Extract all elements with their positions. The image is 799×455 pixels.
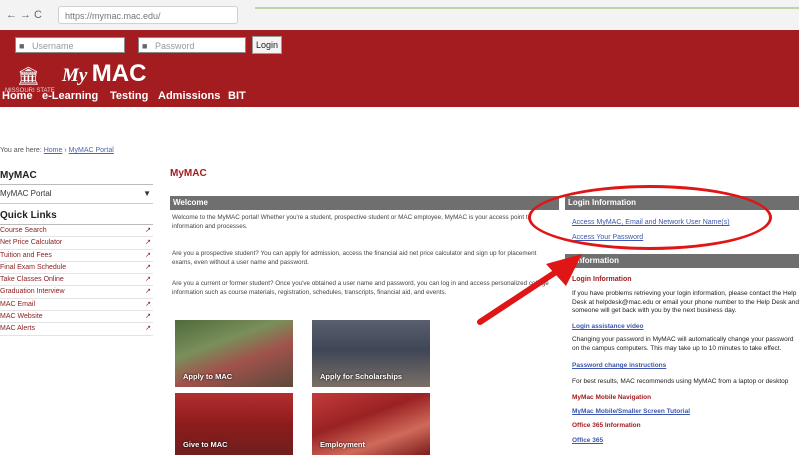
breadcrumb-current[interactable]: MyMAC Portal: [69, 147, 114, 154]
link-icon: ↗: [145, 239, 151, 247]
quick-links-title: Quick Links: [0, 210, 153, 225]
link-icon: ↗: [145, 276, 151, 284]
current-student-paragraph: Are you a current or former student? Onc…: [172, 280, 549, 296]
page-title: MyMAC: [170, 168, 207, 179]
access-password-link[interactable]: Access Your Password: [572, 234, 643, 241]
tile-caption: Apply for Scholarships: [320, 372, 403, 381]
portal-select[interactable]: MyMAC Portal ▼: [0, 185, 153, 204]
info-text-retrieve: If you have problems retrieving your log…: [572, 290, 799, 315]
username-field[interactable]: ■ Username: [15, 37, 125, 53]
link-icon: ↗: [145, 227, 151, 234]
access-usernames-link[interactable]: Access MyMAC, Email and Network User Nam…: [572, 219, 730, 226]
portal-select-value: MyMAC Portal: [0, 189, 52, 198]
welcome-paragraph: Welcome to the MyMAC portal! Whether you…: [172, 214, 532, 230]
info-text-best-results: For best results, MAC recommends using M…: [572, 378, 789, 387]
address-bar[interactable]: https://mymac.mac.edu/: [58, 6, 238, 24]
quick-link-label: MAC Alerts: [0, 325, 36, 333]
quick-link-course-search[interactable]: Course Search ↗: [0, 225, 153, 238]
browser-toolbar: ← → C https://mymac.mac.edu/: [0, 0, 799, 31]
quick-link-label: Course Search: [0, 227, 47, 234]
breadcrumb: You are here: Home › MyMAC Portal: [0, 147, 114, 154]
link-icon: ↗: [145, 325, 151, 333]
quick-link-email[interactable]: MAC Email ↗: [0, 299, 153, 312]
mobile-navigation-link[interactable]: MyMac Mobile Navigation: [572, 394, 651, 401]
password-placeholder: Password: [155, 41, 195, 51]
nav-home[interactable]: Home: [2, 90, 33, 102]
login-button[interactable]: Login: [252, 36, 282, 54]
link-icon: ↗: [145, 313, 151, 321]
login-info-heading: Login Information: [565, 196, 799, 210]
tile-employment[interactable]: Employment: [312, 393, 430, 455]
chevron-down-icon: ▼: [143, 189, 151, 198]
reload-icon[interactable]: C: [34, 9, 42, 21]
nav-bit[interactable]: BIT: [228, 90, 246, 102]
tile-caption: Give to MAC: [183, 440, 228, 449]
quick-link-label: MAC Email: [0, 300, 36, 308]
sidebar-title: MyMAC: [0, 168, 153, 185]
logo-my: My: [62, 65, 88, 86]
tile-caption: Apply to MAC: [183, 372, 233, 381]
college-logo-icon[interactable]: 🏛: [17, 66, 40, 87]
quick-link-label: Take Classes Online: [0, 276, 64, 284]
quick-link-label: Tuition and Fees: [0, 251, 52, 259]
prospective-paragraph: Are you a prospective student? You can a…: [172, 250, 537, 266]
info-text-password: Changing your password in MyMAC will aut…: [572, 336, 794, 352]
sidebar: MyMAC MyMAC Portal ▼ Quick Links Course …: [0, 168, 153, 336]
breadcrumb-prefix: You are here:: [0, 147, 42, 154]
quick-link-website[interactable]: MAC Website ↗: [0, 311, 153, 324]
nav-admissions[interactable]: Admissions: [158, 90, 220, 102]
back-icon[interactable]: ←: [6, 9, 17, 21]
welcome-heading: Welcome: [170, 196, 559, 210]
quick-link-exam-schedule[interactable]: Final Exam Schedule ↗: [0, 262, 153, 275]
lock-icon: ■: [142, 41, 148, 51]
password-field[interactable]: ■ Password: [138, 37, 246, 53]
quick-link-alerts[interactable]: MAC Alerts ↗: [0, 323, 153, 336]
forward-icon[interactable]: →: [20, 9, 31, 21]
quick-link-label: MAC Website: [0, 313, 43, 321]
quick-link-net-price[interactable]: Net Price Calculator ↗: [0, 237, 153, 250]
link-icon: ↗: [145, 288, 151, 296]
quick-link-tuition[interactable]: Tuition and Fees ↗: [0, 250, 153, 262]
info-login-title: Login Information: [572, 276, 632, 283]
quick-link-label: Net Price Calculator: [0, 239, 63, 247]
link-icon: ↗: [145, 263, 151, 271]
user-icon: ■: [19, 41, 25, 51]
tile-apply-to-mac[interactable]: Apply to MAC: [175, 320, 293, 387]
information-heading: Information: [565, 254, 799, 268]
office365-info-link[interactable]: Office 365 Information: [572, 422, 641, 429]
link-icon: ↗: [145, 300, 151, 308]
tile-give-to-mac[interactable]: Give to MAC: [175, 393, 293, 455]
login-bar: ■ Username ■ Password Login: [0, 30, 799, 60]
quick-link-label: Graduation Interview: [0, 288, 65, 296]
login-assistance-video-link[interactable]: Login assistance video: [572, 323, 644, 330]
office365-link[interactable]: Office 365: [572, 437, 603, 444]
quick-link-online-classes[interactable]: Take Classes Online ↗: [0, 274, 153, 287]
nav-elearning[interactable]: e-Learning: [42, 90, 98, 102]
mymac-logo[interactable]: My MAC: [62, 60, 146, 88]
password-change-link[interactable]: Password change instructions: [572, 362, 666, 369]
annotation-ellipse: [528, 185, 772, 250]
page-load-indicator: [255, 7, 799, 9]
quick-link-label: Final Exam Schedule: [0, 263, 67, 271]
link-icon: ↗: [145, 251, 151, 259]
quick-link-graduation[interactable]: Graduation Interview ↗: [0, 286, 153, 299]
mobile-tutorial-link[interactable]: MyMac Mobile/Smaller Screen Tutorial: [572, 408, 690, 415]
nav-testing[interactable]: Testing: [110, 90, 148, 102]
breadcrumb-home[interactable]: Home: [44, 147, 63, 154]
tile-apply-for-scholarships[interactable]: Apply for Scholarships: [312, 320, 430, 387]
tile-caption: Employment: [320, 440, 366, 449]
logo-mac: MAC: [91, 60, 147, 87]
username-placeholder: Username: [32, 41, 74, 51]
